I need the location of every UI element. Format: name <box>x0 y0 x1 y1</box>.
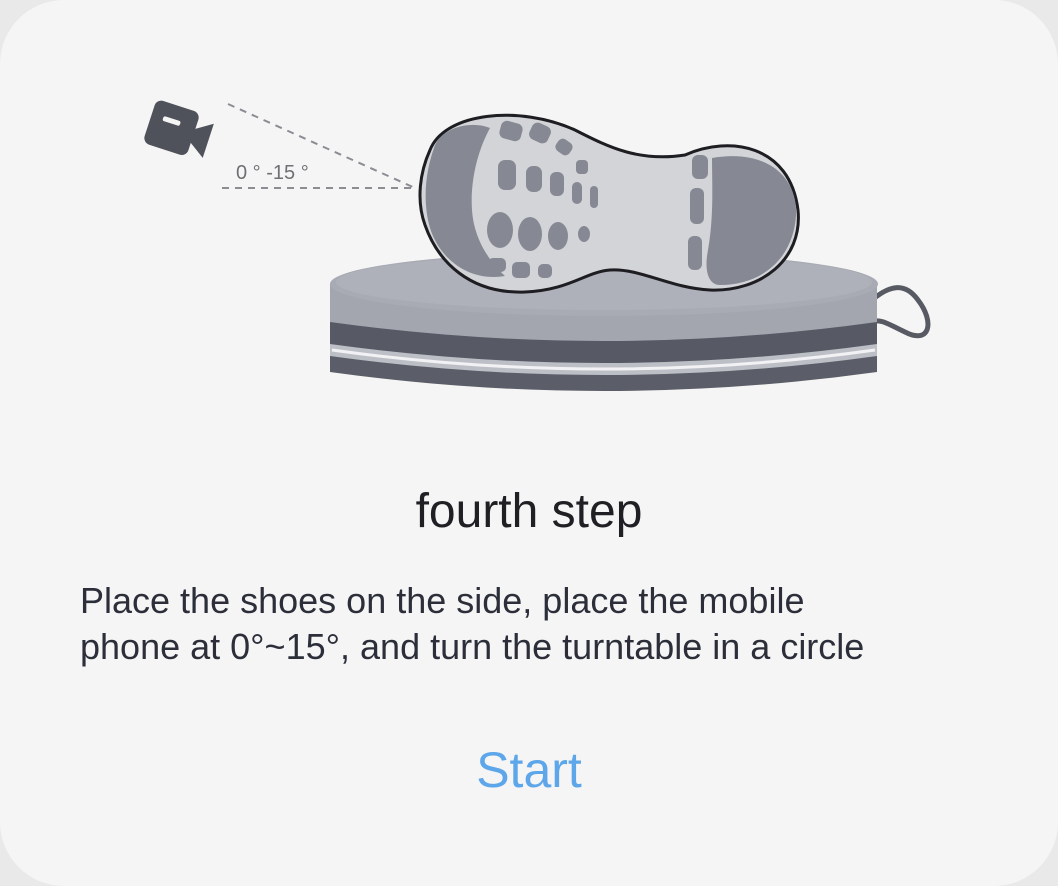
step-dialog: 0 ° -15 ° fourth step Place the shoes on… <box>0 0 1058 886</box>
angle-label: 0 ° -15 ° <box>236 162 309 184</box>
step-description: Place the shoes on the side, place the m… <box>80 578 980 670</box>
shoe-sole <box>418 113 800 294</box>
step-description-line-2: phone at 0°~15°, and turn the turntable … <box>80 626 865 667</box>
step-title: fourth step <box>415 485 643 538</box>
start-button[interactable]: Start <box>429 734 629 806</box>
turntable-cable <box>869 285 931 339</box>
turntable <box>330 252 878 391</box>
turntable-illustration: 0 ° -15 ° <box>144 100 931 391</box>
step-description-line-1: Place the shoes on the side, place the m… <box>80 580 805 621</box>
camera-icon <box>144 100 214 158</box>
